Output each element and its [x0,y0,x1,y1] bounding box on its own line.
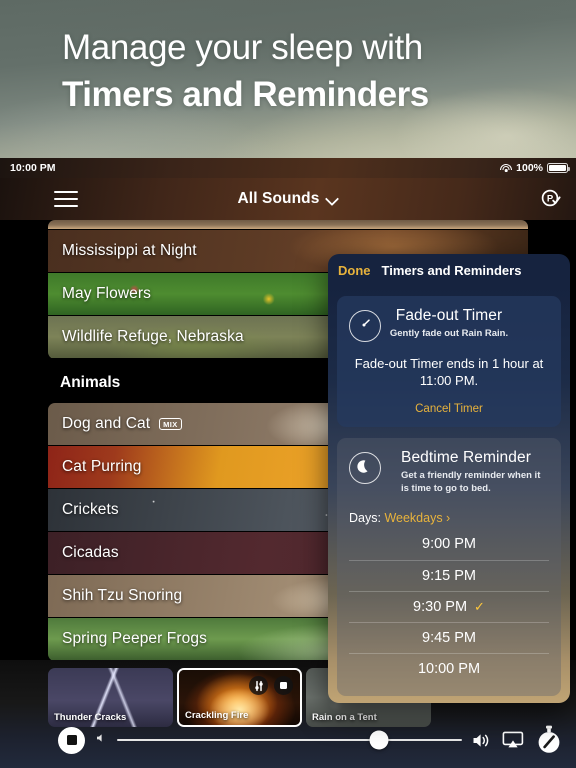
time-option-label: 9:30 PM [413,598,468,615]
promo-line-1: Manage your sleep with [62,28,423,67]
tile-label: Thunder Cracks [54,712,127,723]
moon-icon [349,451,381,484]
panel-body: Fade-out Timer Gently fade out Rain Rain… [328,287,570,703]
status-bar-time: 10:00 PM [10,162,56,174]
stopwatch-icon[interactable] [534,725,564,755]
player-controls [0,720,576,760]
panel-pointer-arrow [492,701,510,703]
row-thumbnail [48,220,528,229]
bedtime-reminder-card: Bedtime Reminder Get a friendly reminder… [337,437,561,696]
mix-badge: MIX [159,418,182,430]
stop-icon[interactable] [274,676,293,695]
cancel-timer-button[interactable]: Cancel Timer [349,403,549,415]
list-item-label: Cicadas [62,544,119,561]
time-option[interactable]: 10:00 PM [349,652,549,684]
tile-label: Crackling Fire [185,710,249,721]
volume-slider[interactable] [117,730,462,750]
nav-bar: All Sounds P [0,178,576,220]
app-root: Manage your sleep with Timers and Remind… [0,0,576,768]
sound-tile-thunder[interactable]: Thunder Cracks [48,668,173,727]
days-label: Days: [349,510,381,525]
promo-banner: Manage your sleep with Timers and Remind… [0,0,576,158]
battery-full-icon [547,163,570,173]
panel-header: Done Timers and Reminders [328,254,570,287]
hamburger-menu-icon[interactable] [54,190,78,208]
bedtime-time-list[interactable]: 9:00 PM 9:15 PM 9:30 PM ✓ 9:45 PM 10:00 … [349,529,549,684]
time-option-label: 9:15 PM [422,567,476,584]
list-item[interactable] [48,220,528,230]
promo-line-2: Timers and Reminders [62,74,429,114]
slider-thumb[interactable] [369,730,389,750]
slider-track [117,738,462,742]
list-item-label: Mississippi at Night [62,242,197,259]
wifi-icon [500,163,513,173]
speaker-waves-icon[interactable] [472,732,492,749]
list-item-label: May Flowers [62,285,151,302]
stop-button[interactable] [58,726,85,754]
checkmark-icon: ✓ [474,598,485,614]
time-option-label: 9:45 PM [422,629,476,646]
status-bar: 10:00 PM 100% [0,158,576,178]
done-button[interactable]: Done [338,263,371,278]
device-screen: 10:00 PM 100% All Sounds P Mississippi a… [0,158,576,768]
list-item-label: Shih Tzu Snoring [62,587,183,604]
time-option[interactable]: 9:00 PM [349,529,549,560]
days-row: Days: Weekdays › [349,511,549,525]
fade-out-timer-card: Fade-out Timer Gently fade out Rain Rain… [337,296,561,427]
tile-label: Rain on a Tent [312,712,377,723]
airplay-icon[interactable] [502,731,524,749]
list-item-label: Crickets [62,501,119,518]
list-item-label: Dog and Cat [62,415,151,432]
sound-tile-fire[interactable]: Crackling Fire [177,668,302,727]
nav-title-label: All Sounds [237,190,320,207]
list-item-label: Wildlife Refuge, Nebraska [62,328,244,345]
status-bar-right: 100% [500,162,570,174]
panel-title: Timers and Reminders [381,263,522,278]
time-option[interactable]: 9:45 PM [349,621,549,653]
promo-text-block: Manage your sleep with Timers and Remind… [0,0,576,118]
time-option-label: 9:00 PM [422,536,476,553]
timer-icon [349,310,381,342]
time-option-selected[interactable]: 9:30 PM ✓ [349,590,549,622]
days-value-link[interactable]: Weekdays › [384,511,450,525]
all-sounds-dropdown[interactable]: All Sounds [238,190,339,208]
battery-percent-label: 100% [516,162,543,174]
svg-text:P: P [547,194,554,205]
pro-badge-icon[interactable]: P [538,186,564,212]
time-option-label: 10:00 PM [417,660,481,677]
timers-and-reminders-panel: Done Timers and Reminders Fade-out Timer… [328,254,570,703]
list-item-label: Cat Purring [62,458,142,475]
mixer-sliders-icon[interactable] [249,676,268,695]
list-item-label: Spring Peeper Frogs [62,630,207,647]
fade-out-timer-status: Fade-out Timer ends in 1 hour at 11:00 P… [354,355,544,389]
time-option[interactable]: 9:15 PM [349,559,549,591]
chevron-down-icon [327,194,338,205]
speaker-low-icon [95,731,107,749]
